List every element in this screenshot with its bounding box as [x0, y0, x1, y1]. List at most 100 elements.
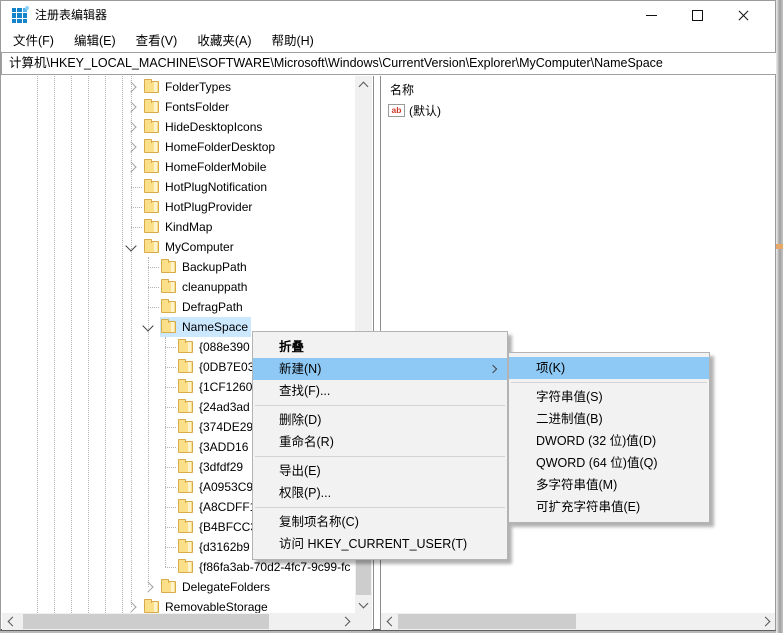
- minimize-button[interactable]: [628, 1, 674, 30]
- folder-icon: [178, 401, 193, 413]
- tree-item-cleanuppath[interactable]: cleanuppath: [2, 277, 355, 297]
- menubar-item-4[interactable]: 帮助(H): [261, 30, 323, 52]
- tree-item-fontsfolder[interactable]: FontsFolder: [2, 97, 355, 117]
- tree-item-backuppath[interactable]: BackupPath: [2, 257, 355, 277]
- folder-icon: [178, 361, 193, 373]
- tree-item-label: KindMap: [165, 220, 212, 234]
- tree-item-content: {f86fa3ab-70d2-4fc7-9c99-fc: [177, 557, 353, 577]
- new-submenu-item-0[interactable]: 项(K): [509, 357, 709, 379]
- default-value-row[interactable]: ab (默认): [388, 102, 441, 119]
- folder-icon: [178, 481, 193, 493]
- new-submenu-item-6[interactable]: 多字符串值(M): [509, 474, 709, 496]
- new-submenu-item-7[interactable]: 可扩充字符串值(E): [509, 496, 709, 518]
- address-bar[interactable]: 计算机\HKEY_LOCAL_MACHINE\SOFTWARE\Microsof…: [1, 52, 782, 75]
- chevron-left-icon: [7, 617, 17, 627]
- name-column-header: 名称: [390, 81, 414, 98]
- context-menu-item-7[interactable]: 导出(E): [253, 460, 507, 482]
- tree-item-content: HotPlugNotification: [143, 177, 270, 197]
- expand-arrow-icon[interactable]: [125, 161, 136, 172]
- tree-connector: [131, 227, 142, 228]
- tree-item-removablestorage[interactable]: RemovableStorage: [2, 597, 355, 613]
- new-submenu-item-3[interactable]: 二进制值(B): [509, 408, 709, 430]
- screen-right-edge: [776, 0, 783, 633]
- tree-item-{f86fa3ab-70d2-4fc7-9c99-fc[interactable]: {f86fa3ab-70d2-4fc7-9c99-fc: [2, 557, 355, 577]
- tree-connector: [165, 387, 176, 388]
- tree-item-label: {1CF1260: [199, 380, 252, 394]
- expand-arrow-icon[interactable]: [125, 101, 136, 112]
- scroll-left-button[interactable]: [2, 613, 19, 630]
- collapse-arrow-icon[interactable]: [142, 320, 153, 331]
- tree-item-label: {374DE29: [199, 420, 253, 434]
- close-button[interactable]: [720, 1, 766, 30]
- folder-icon: [144, 121, 159, 133]
- tree-connector: [148, 267, 159, 268]
- expand-arrow-icon[interactable]: [142, 581, 153, 592]
- tree-item-content: cleanuppath: [160, 277, 250, 297]
- horizontal-scrollbar-thumb[interactable]: [398, 614, 576, 629]
- scroll-right-button[interactable]: [758, 613, 775, 630]
- tree-connector: [165, 347, 176, 348]
- menubar-item-1[interactable]: 编辑(E): [64, 30, 126, 52]
- new-submenu-item-2[interactable]: 字符串值(S): [509, 386, 709, 408]
- tree-item-label: DelegateFolders: [182, 580, 270, 594]
- tree-item-defragpath[interactable]: DefragPath: [2, 297, 355, 317]
- tree-item-hotplugnotification[interactable]: HotPlugNotification: [2, 177, 355, 197]
- tree-horizontal-scrollbar[interactable]: [2, 613, 355, 630]
- tree-item-hidedesktopicons[interactable]: HideDesktopIcons: [2, 117, 355, 137]
- tree-item-label: BackupPath: [182, 260, 247, 274]
- expand-arrow-icon[interactable]: [125, 121, 136, 132]
- expand-arrow-icon[interactable]: [125, 141, 136, 152]
- context-menu-item-2[interactable]: 查找(F)...: [253, 380, 507, 402]
- expand-arrow-icon[interactable]: [125, 601, 136, 612]
- context-menu-item-8[interactable]: 权限(P)...: [253, 482, 507, 504]
- folder-icon: [178, 421, 193, 433]
- folder-icon: [178, 341, 193, 353]
- tree-item-label: {A8CDFF1: [199, 500, 256, 514]
- tree-item-label: DefragPath: [182, 300, 243, 314]
- context-menu-item-10[interactable]: 复制项名称(C): [253, 511, 507, 533]
- collapse-arrow-icon[interactable]: [125, 240, 136, 251]
- tree-item-homefoldermobile[interactable]: HomeFolderMobile: [2, 157, 355, 177]
- folder-icon: [178, 461, 193, 473]
- menubar-item-0[interactable]: 文件(F): [3, 30, 64, 52]
- tree-item-content: {374DE29: [177, 417, 256, 437]
- context-menu-item-1[interactable]: 新建(N): [253, 358, 507, 380]
- tree-item-content: BackupPath: [160, 257, 250, 277]
- scroll-down-button[interactable]: [355, 596, 372, 613]
- context-menu-item-11[interactable]: 访问 HKEY_CURRENT_USER(T): [253, 533, 507, 555]
- tree-item-content: {1CF1260: [177, 377, 255, 397]
- maximize-button[interactable]: [674, 1, 720, 30]
- scroll-right-button[interactable]: [338, 613, 355, 630]
- values-horizontal-scrollbar[interactable]: [381, 613, 775, 630]
- tree-item-delegatefolders[interactable]: DelegateFolders: [2, 577, 355, 597]
- tree-item-label: HomeFolderMobile: [165, 160, 266, 174]
- context-menu-item-5[interactable]: 重命名(R): [253, 431, 507, 453]
- tree-item-label: FolderTypes: [165, 80, 231, 94]
- context-menu-item-4[interactable]: 删除(D): [253, 409, 507, 431]
- tree-item-mycomputer[interactable]: MyComputer: [2, 237, 355, 257]
- context-menu-separator: [255, 456, 505, 457]
- chevron-right-icon: [760, 617, 770, 627]
- new-submenu-item-4[interactable]: DWORD (32 位)值(D): [509, 430, 709, 452]
- tree-connector: [165, 487, 176, 488]
- folder-icon: [161, 261, 176, 273]
- menubar-item-2[interactable]: 查看(V): [126, 30, 188, 52]
- folder-icon: [178, 381, 193, 393]
- scroll-up-button[interactable]: [355, 76, 372, 93]
- context-menu-item-0[interactable]: 折叠: [253, 336, 507, 358]
- scroll-left-button[interactable]: [381, 613, 398, 630]
- tree-item-content: HideDesktopIcons: [143, 117, 265, 137]
- tree-item-foldertypes[interactable]: FolderTypes: [2, 77, 355, 97]
- tree-item-content: {3dfdf29: [177, 457, 246, 477]
- tree-item-homefolderdesktop[interactable]: HomeFolderDesktop: [2, 137, 355, 157]
- horizontal-scrollbar-thumb[interactable]: [23, 614, 269, 629]
- tree-item-hotplugprovider[interactable]: HotPlugProvider: [2, 197, 355, 217]
- chevron-up-icon: [359, 81, 369, 91]
- expand-arrow-icon[interactable]: [125, 81, 136, 92]
- tree-item-label: FontsFolder: [165, 100, 229, 114]
- maximize-icon: [692, 10, 703, 21]
- tree-item-kindmap[interactable]: KindMap: [2, 217, 355, 237]
- tree-item-content: HotPlugProvider: [143, 197, 255, 217]
- menubar-item-3[interactable]: 收藏夹(A): [187, 30, 261, 52]
- new-submenu-item-5[interactable]: QWORD (64 位)值(Q): [509, 452, 709, 474]
